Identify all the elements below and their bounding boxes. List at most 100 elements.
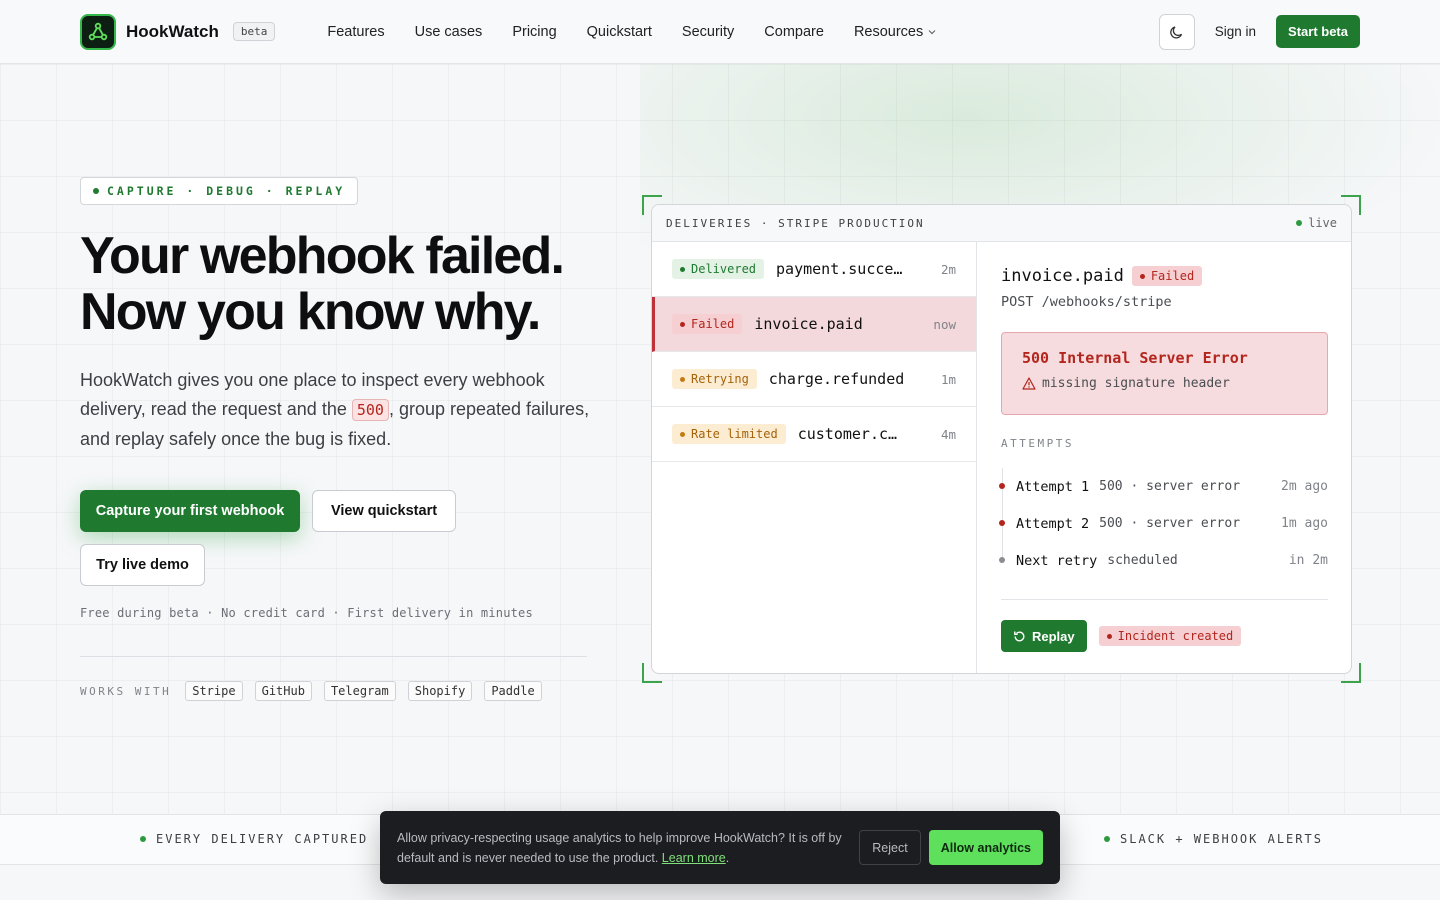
status-dot	[1106, 633, 1112, 639]
strip-label: EVERY DELIVERY CAPTURED	[156, 832, 369, 846]
chevron-down-icon	[928, 29, 936, 34]
event-name: customer.c…	[797, 425, 898, 443]
status-label: Retrying	[691, 372, 749, 386]
capture-first-webhook-button[interactable]: Capture your first webhook	[80, 490, 300, 532]
attempt-name: Attempt 1	[1016, 478, 1090, 495]
panel-header: DELIVERIES · STRIPE PRODUCTION live	[652, 205, 1351, 242]
try-live-demo-button[interactable]: Try live demo	[80, 544, 205, 586]
error-subtitle: missing signature header	[1022, 376, 1307, 391]
nav-features[interactable]: Features	[327, 24, 384, 40]
nav-compare[interactable]: Compare	[764, 24, 824, 40]
status-label: Failed	[691, 317, 735, 331]
nav-quickstart[interactable]: Quickstart	[587, 24, 652, 40]
warning-icon	[1022, 377, 1036, 390]
attempt-dot	[999, 520, 1005, 526]
error-title: 500 Internal Server Error	[1022, 349, 1248, 367]
strip-dot	[1104, 836, 1110, 842]
attempt-time: 1m ago	[1281, 516, 1328, 531]
learn-more-link[interactable]: Learn more	[662, 851, 726, 865]
delivery-list: Delivered payment.succe… 2m Failed invoi…	[652, 242, 977, 673]
nav-pricing[interactable]: Pricing	[512, 24, 556, 40]
integration-chip: Paddle	[484, 681, 542, 701]
consent-text: Allow privacy-respecting usage analytics…	[397, 830, 842, 865]
fineprint: Free during beta · No credit card · Firs…	[80, 606, 533, 620]
live-dot	[1296, 220, 1303, 226]
reject-button[interactable]: Reject	[859, 830, 921, 865]
moon-icon	[1169, 25, 1182, 38]
event-time: now	[933, 316, 956, 332]
nav-resources-label: Resources	[853, 23, 924, 40]
hero-title-line-1: Your webhook failed.	[80, 227, 565, 285]
status-badge: Delivered	[672, 259, 765, 279]
delivery-row[interactable]: Rate limited customer.c… 4m	[652, 407, 976, 462]
attempt-desc: scheduled	[1107, 553, 1178, 568]
eyebrow-dot	[93, 188, 99, 194]
incident-label: Incident created	[1117, 629, 1234, 643]
integration-chip: Shopify	[407, 681, 473, 701]
incident-badge: Incident created	[1098, 626, 1242, 646]
status-code-500: 500	[351, 399, 389, 421]
hero-subtitle: HookWatch gives you one place to inspect…	[80, 366, 600, 454]
event-name: invoice.paid	[754, 315, 863, 333]
attempt-time: 2m ago	[1281, 479, 1328, 494]
status-dot	[680, 376, 685, 382]
delivery-detail: invoice.paid Failed POST /webhooks/strip…	[977, 242, 1351, 673]
status-badge: Retrying	[672, 369, 757, 389]
delivery-row[interactable]: Retrying charge.refunded 1m	[652, 352, 976, 407]
beta-badge: beta	[232, 22, 276, 41]
attempt-item: Next retry scheduled in 2m	[999, 542, 1328, 579]
hero-title: Your webhook failed. Now you know why.	[80, 228, 640, 340]
status-dot	[680, 431, 685, 437]
event-time: 4m	[940, 426, 956, 442]
header-actions: Sign in Start beta	[1158, 13, 1360, 50]
attempt-item: Attempt 1 500 · server error 2m ago	[999, 468, 1328, 505]
event-name: payment.succe…	[776, 260, 903, 278]
replay-button[interactable]: Replay	[1001, 620, 1087, 652]
integration-chip: Stripe	[185, 681, 243, 701]
delivery-row-selected[interactable]: Failed invoice.paid now	[652, 297, 976, 352]
replay-label: Replay	[1032, 628, 1075, 644]
event-name: charge.refunded	[768, 370, 905, 388]
error-detail: missing signature header	[1042, 376, 1230, 391]
top-navigation: HookWatch beta Features Use cases Pricin…	[0, 0, 1440, 64]
attempt-desc: 500 · server error	[1099, 479, 1241, 494]
status-badge: Failed	[672, 314, 743, 334]
attempt-dot	[999, 557, 1005, 563]
live-label: live	[1308, 216, 1337, 230]
strip-item: SLACK + WEBHOOK ALERTS	[1104, 832, 1323, 846]
detail-divider	[1001, 599, 1328, 600]
strip-item: EVERY DELIVERY CAPTURED	[140, 832, 368, 846]
works-with-label: WORKS WITH	[80, 684, 172, 698]
strip-dot	[140, 836, 146, 842]
nav-resources[interactable]: Resources	[854, 24, 937, 40]
start-beta-button[interactable]: Start beta	[1276, 15, 1360, 48]
brand-name[interactable]: HookWatch	[126, 22, 219, 42]
hero-title-line-2: Now you know why.	[80, 283, 541, 341]
nav-security[interactable]: Security	[682, 24, 734, 40]
hero-eyebrow: CAPTURE · DEBUG · REPLAY	[80, 177, 359, 205]
status-label: Rate limited	[691, 427, 778, 441]
deliveries-panel: DELIVERIES · STRIPE PRODUCTION live Deli…	[651, 204, 1352, 674]
detail-status-badge: Failed	[1131, 266, 1203, 286]
logo-icon[interactable]	[80, 13, 116, 50]
view-quickstart-button[interactable]: View quickstart	[312, 490, 456, 532]
theme-toggle-button[interactable]	[1158, 13, 1195, 50]
sign-in-link[interactable]: Sign in	[1215, 24, 1256, 39]
event-time: 2m	[940, 261, 956, 277]
attempt-name: Attempt 2	[1016, 515, 1090, 532]
nav-use-cases[interactable]: Use cases	[415, 24, 483, 40]
works-with: WORKS WITH Stripe GitHub Telegram Shopif…	[80, 681, 542, 701]
live-indicator: live	[1296, 216, 1337, 230]
allow-analytics-button[interactable]: Allow analytics	[928, 830, 1043, 865]
integration-chip: GitHub	[254, 681, 312, 701]
detail-event-name: invoice.paid	[1001, 266, 1124, 286]
detail-actions: Replay Incident created	[1001, 620, 1328, 652]
hero-divider	[80, 656, 587, 657]
attempt-time: in 2m	[1288, 553, 1328, 568]
event-time: 1m	[940, 371, 956, 387]
integration-chip: Telegram	[323, 681, 396, 701]
eyebrow-text: CAPTURE · DEBUG · REPLAY	[107, 184, 346, 198]
analytics-consent-banner: Allow privacy-respecting usage analytics…	[380, 811, 1060, 884]
delivery-row[interactable]: Delivered payment.succe… 2m	[652, 242, 976, 297]
status-dot	[680, 321, 685, 327]
